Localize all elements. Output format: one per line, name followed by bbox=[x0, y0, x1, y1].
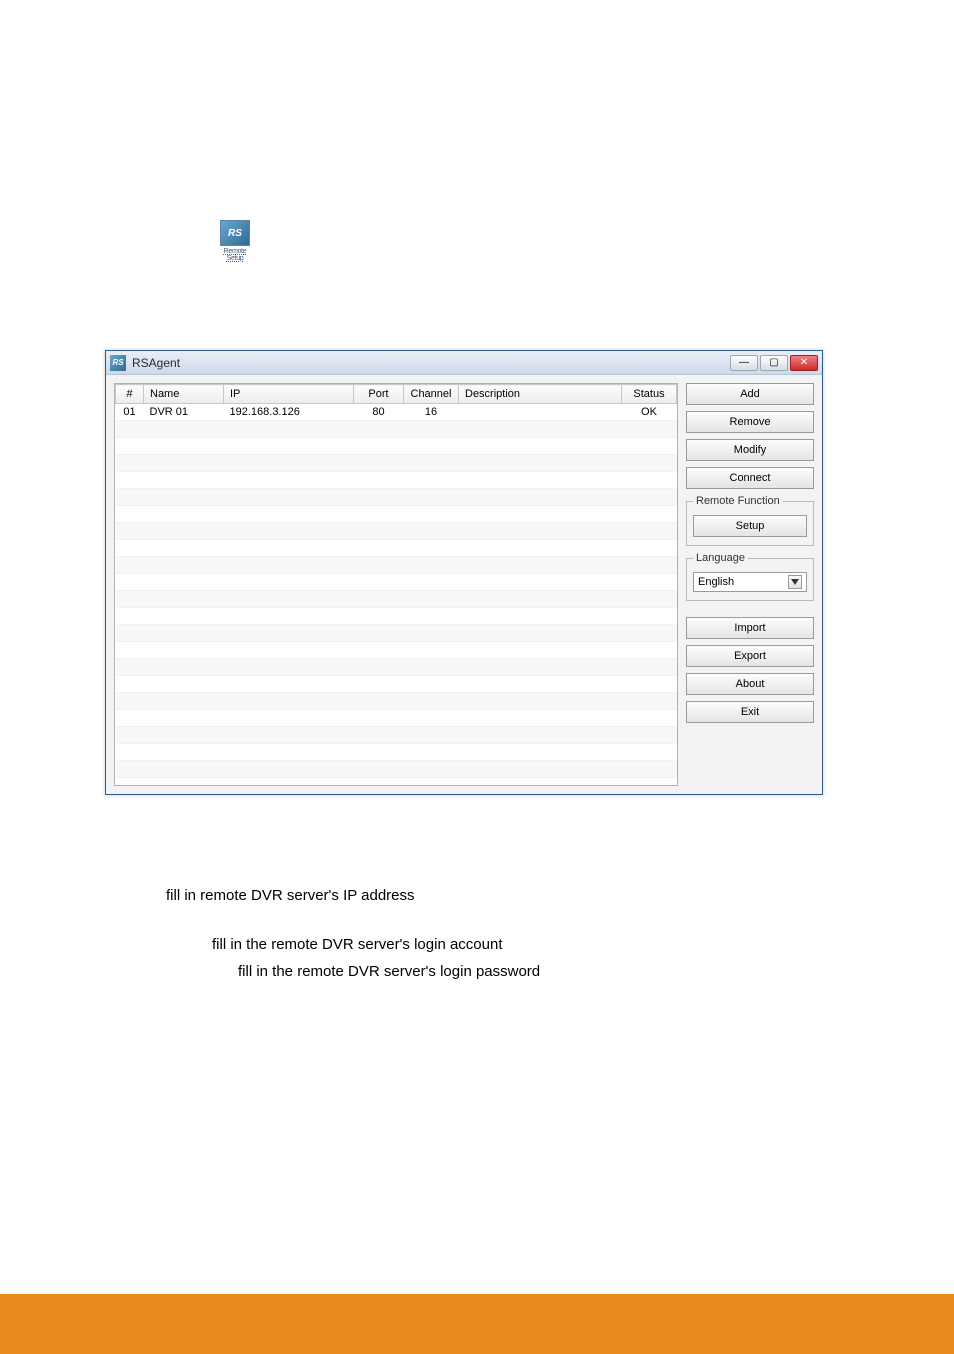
add-button[interactable]: Add bbox=[686, 383, 814, 405]
side-panel: Add Remove Modify Connect Remote Functio… bbox=[686, 383, 814, 786]
table-row bbox=[116, 608, 677, 625]
language-group: Language English bbox=[686, 552, 814, 601]
table-row bbox=[116, 642, 677, 659]
cell-channel: 16 bbox=[404, 404, 459, 421]
cell-description bbox=[459, 404, 622, 421]
table-row bbox=[116, 523, 677, 540]
minimize-button[interactable]: — bbox=[730, 355, 758, 371]
table-row[interactable]: 01 DVR 01 192.168.3.126 80 16 OK bbox=[116, 404, 677, 421]
import-button[interactable]: Import bbox=[686, 617, 814, 639]
export-button[interactable]: Export bbox=[686, 645, 814, 667]
col-header-channel[interactable]: Channel bbox=[404, 385, 459, 404]
table-row bbox=[116, 574, 677, 591]
remote-function-legend: Remote Function bbox=[693, 495, 783, 507]
table-row bbox=[116, 591, 677, 608]
rsagent-icon-label: RS bbox=[228, 228, 242, 239]
table-row bbox=[116, 506, 677, 523]
cell-status: OK bbox=[622, 404, 677, 421]
desktop-shortcut: RS Remote Setup bbox=[218, 220, 252, 262]
rsagent-window: RS RSAgent — ▢ ✕ # Name IP Port Chan bbox=[105, 350, 823, 795]
table-row bbox=[116, 625, 677, 642]
chevron-down-icon bbox=[788, 575, 802, 589]
instruction-password: fill in the remote DVR server's login pa… bbox=[238, 961, 830, 984]
exit-button[interactable]: Exit bbox=[686, 701, 814, 723]
table-row bbox=[116, 421, 677, 438]
cell-port: 80 bbox=[354, 404, 404, 421]
table-row bbox=[116, 727, 677, 744]
connect-button[interactable]: Connect bbox=[686, 467, 814, 489]
window-title: RSAgent bbox=[132, 356, 730, 370]
language-select[interactable]: English bbox=[693, 572, 807, 592]
col-header-port[interactable]: Port bbox=[354, 385, 404, 404]
cell-name: DVR 01 bbox=[144, 404, 224, 421]
table-row bbox=[116, 659, 677, 676]
table-row bbox=[116, 489, 677, 506]
col-header-ip[interactable]: IP bbox=[224, 385, 354, 404]
close-button[interactable]: ✕ bbox=[790, 355, 818, 371]
instruction-ip: fill in remote DVR server's IP address bbox=[166, 885, 830, 908]
cell-ip: 192.168.3.126 bbox=[224, 404, 354, 421]
table-row bbox=[116, 540, 677, 557]
instruction-account: fill in the remote DVR server's login ac… bbox=[212, 934, 830, 957]
maximize-button[interactable]: ▢ bbox=[760, 355, 788, 371]
about-button[interactable]: About bbox=[686, 673, 814, 695]
language-selected: English bbox=[698, 576, 734, 588]
language-legend: Language bbox=[693, 552, 748, 564]
table-row bbox=[116, 710, 677, 727]
table-row bbox=[116, 557, 677, 574]
modify-button[interactable]: Modify bbox=[686, 439, 814, 461]
cell-number: 01 bbox=[116, 404, 144, 421]
remove-button[interactable]: Remove bbox=[686, 411, 814, 433]
desktop-shortcut-caption: Remote Setup bbox=[218, 248, 252, 262]
table-header-row: # Name IP Port Channel Description Statu… bbox=[116, 385, 677, 404]
table-row bbox=[116, 455, 677, 472]
col-header-status[interactable]: Status bbox=[622, 385, 677, 404]
table-row bbox=[116, 472, 677, 489]
table-row bbox=[116, 438, 677, 455]
table-row bbox=[116, 761, 677, 778]
dvr-table[interactable]: # Name IP Port Channel Description Statu… bbox=[114, 383, 678, 786]
col-header-description[interactable]: Description bbox=[459, 385, 622, 404]
table-row bbox=[116, 693, 677, 710]
remote-function-group: Remote Function Setup bbox=[686, 495, 814, 546]
footer-bar bbox=[0, 1294, 954, 1354]
table-row bbox=[116, 744, 677, 761]
instruction-text: fill in remote DVR server's IP address f… bbox=[110, 885, 830, 987]
setup-button[interactable]: Setup bbox=[693, 515, 807, 537]
col-header-name[interactable]: Name bbox=[144, 385, 224, 404]
rsagent-icon: RS bbox=[220, 220, 250, 246]
app-icon: RS bbox=[110, 355, 126, 371]
col-header-number[interactable]: # bbox=[116, 385, 144, 404]
table-row bbox=[116, 676, 677, 693]
titlebar: RS RSAgent — ▢ ✕ bbox=[106, 351, 822, 375]
